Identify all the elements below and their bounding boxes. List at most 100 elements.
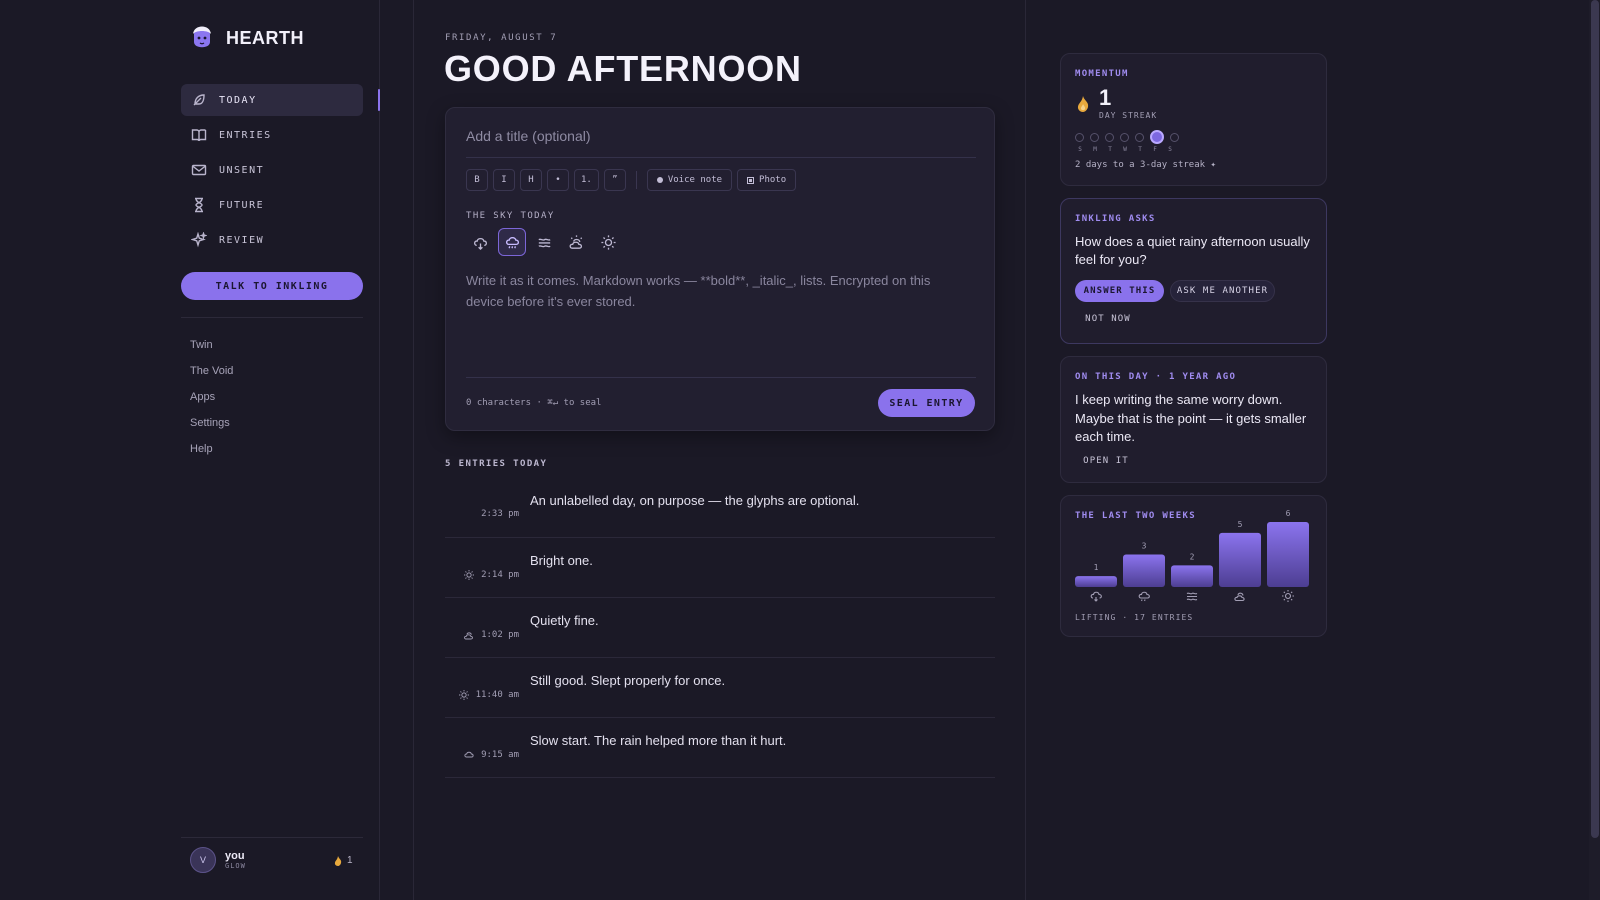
- entry-meta: 9:15 am: [463, 749, 519, 761]
- momentum-card: MOMENTUM 1 DAY STREAK S M T W T F S 2 da…: [1060, 53, 1327, 186]
- user-name: you: [225, 850, 245, 862]
- chart-bar-rain: [1075, 576, 1117, 587]
- link-the-void[interactable]: The Void: [190, 363, 233, 389]
- entry-text: An unlabelled day, on purpose — the glyp…: [530, 493, 860, 508]
- two-weeks-card: THE LAST TWO WEEKS 13256 LIFTING · 17 EN…: [1060, 495, 1327, 637]
- rain-cloud-icon: [473, 237, 487, 250]
- day-letter: F: [1153, 146, 1157, 153]
- nav-item-today[interactable]: TODAY: [181, 84, 363, 116]
- ask-another-button[interactable]: ASK ME ANOTHER: [1170, 280, 1275, 302]
- voice-note-label: Voice note: [667, 175, 723, 185]
- on-this-day-card: ON THIS DAY · 1 YEAR AGO I keep writing …: [1060, 356, 1327, 483]
- sky-option-sun[interactable]: [594, 228, 622, 256]
- avatar: V: [190, 847, 216, 873]
- streak-label: DAY STREAK: [1099, 111, 1158, 120]
- brand[interactable]: HEARTH: [190, 22, 304, 54]
- chart-value-label: 1: [1094, 563, 1099, 572]
- day-dot: [1105, 132, 1114, 142]
- entry-time: 11:40 am: [475, 690, 519, 700]
- chart-bar-sun: [1267, 522, 1309, 587]
- link-help[interactable]: Help: [190, 441, 233, 467]
- card-title: INKLING ASKS: [1075, 214, 1156, 224]
- inkling-card: INKLING ASKS How does a quiet rainy afte…: [1060, 198, 1327, 344]
- sky-label: THE SKY TODAY: [466, 211, 555, 221]
- envelope-icon: [191, 164, 207, 176]
- partly-cloudy-icon: [569, 234, 582, 249]
- not-now-button[interactable]: NOT NOW: [1075, 308, 1141, 330]
- chart-bar-fog: [1171, 565, 1213, 587]
- voice-note-button[interactable]: Voice note: [646, 169, 733, 191]
- heading-button[interactable]: H: [520, 169, 542, 191]
- hourglass-icon: [195, 197, 203, 213]
- nav-label: REVIEW: [219, 234, 265, 246]
- feather-icon: [193, 94, 205, 106]
- entry-time: 9:15 am: [481, 750, 519, 760]
- day-dot: [1090, 132, 1099, 142]
- chart-value-label: 5: [1238, 520, 1243, 529]
- editor-divider: [466, 157, 976, 158]
- photo-label: Photo: [759, 175, 787, 185]
- day-dot: [1075, 132, 1084, 142]
- memory-text: I keep writing the same worry down. Mayb…: [1075, 392, 1307, 444]
- open-it-button[interactable]: OPEN IT: [1075, 450, 1137, 472]
- entry-meta: 2:33 pm: [481, 509, 519, 519]
- nav-item-review[interactable]: REVIEW: [181, 224, 363, 256]
- numbered-list-button[interactable]: 1.: [574, 169, 599, 191]
- sky-option-partly-cloudy[interactable]: [562, 228, 590, 256]
- sun-icon: [458, 690, 469, 700]
- chart-value-label: 3: [1142, 542, 1147, 551]
- nav-label: TODAY: [219, 94, 257, 106]
- card-title: MOMENTUM: [1075, 69, 1129, 79]
- link-twin[interactable]: Twin: [190, 337, 233, 363]
- list-item[interactable]: 9:15 am Slow start. The rain helped more…: [445, 718, 995, 778]
- sidebar-divider-bottom: [181, 837, 363, 838]
- scrollbar-thumb[interactable]: [1591, 0, 1599, 838]
- entry-text: Bright one.: [530, 553, 593, 568]
- sky-option-rain[interactable]: [466, 228, 494, 256]
- page-title: GOOD AFTERNOON: [444, 48, 802, 89]
- chart-bar-partly-cloudy: [1219, 532, 1261, 587]
- talk-to-inkling-button[interactable]: TALK TO INKLING: [181, 272, 363, 300]
- secondary-links: Twin The Void Apps Settings Help: [190, 337, 233, 467]
- entry-meta: 11:40 am: [458, 689, 519, 701]
- answer-this-button[interactable]: ANSWER THIS: [1075, 280, 1164, 302]
- brand-name: HEARTH: [226, 27, 304, 48]
- format-toolbar: B I H • 1. ” Voice note Photo: [466, 169, 797, 191]
- nav-item-unsent[interactable]: UNSENT: [181, 154, 363, 186]
- link-apps[interactable]: Apps: [190, 389, 233, 415]
- inkling-question: How does a quiet rainy afternoon usually…: [1075, 234, 1310, 267]
- week-letters: S M T W T F S: [1077, 146, 1173, 153]
- drizzle-icon: [1138, 591, 1150, 602]
- entry-body-input[interactable]: [466, 270, 971, 360]
- user-profile[interactable]: V you GLOW: [190, 847, 246, 873]
- nav-item-future[interactable]: FUTURE: [181, 189, 363, 221]
- sun-icon: [600, 234, 616, 250]
- day-letter: W: [1123, 146, 1127, 153]
- entry-title-input[interactable]: [466, 124, 976, 148]
- card-title: ON THIS DAY · 1 YEAR AGO: [1075, 372, 1237, 382]
- sky-option-drizzle[interactable]: [498, 228, 526, 256]
- column-divider: [1025, 0, 1026, 900]
- chart-footer: LIFTING · 17 ENTRIES: [1075, 613, 1194, 622]
- list-item[interactable]: 1:02 pm Quietly fine.: [445, 598, 995, 658]
- bold-button[interactable]: B: [466, 169, 488, 191]
- entries-heading: 5 ENTRIES TODAY: [445, 459, 548, 469]
- day-dot-today: [1150, 130, 1164, 144]
- bullet-list-button[interactable]: •: [547, 169, 569, 191]
- rain-icon: [1090, 591, 1102, 602]
- italic-button[interactable]: I: [493, 169, 515, 191]
- seal-entry-button[interactable]: SEAL ENTRY: [878, 389, 975, 417]
- nav-item-entries[interactable]: ENTRIES: [181, 119, 363, 151]
- hearth-logo-icon: [193, 26, 211, 48]
- list-item[interactable]: 11:40 am Still good. Slept properly for …: [445, 658, 995, 718]
- link-settings[interactable]: Settings: [190, 415, 233, 441]
- date-label: FRIDAY, AUGUST 7: [445, 33, 558, 43]
- list-item[interactable]: 2:14 pm Bright one.: [445, 538, 995, 598]
- sun-icon: [1282, 590, 1294, 602]
- side-rail: [380, 0, 414, 900]
- list-item[interactable]: 2:33 pm An unlabelled day, on purpose — …: [445, 478, 995, 538]
- sky-option-fog[interactable]: [530, 228, 558, 256]
- quote-button[interactable]: ”: [603, 169, 626, 191]
- sidebar-divider: [181, 317, 363, 318]
- photo-button[interactable]: Photo: [737, 169, 797, 191]
